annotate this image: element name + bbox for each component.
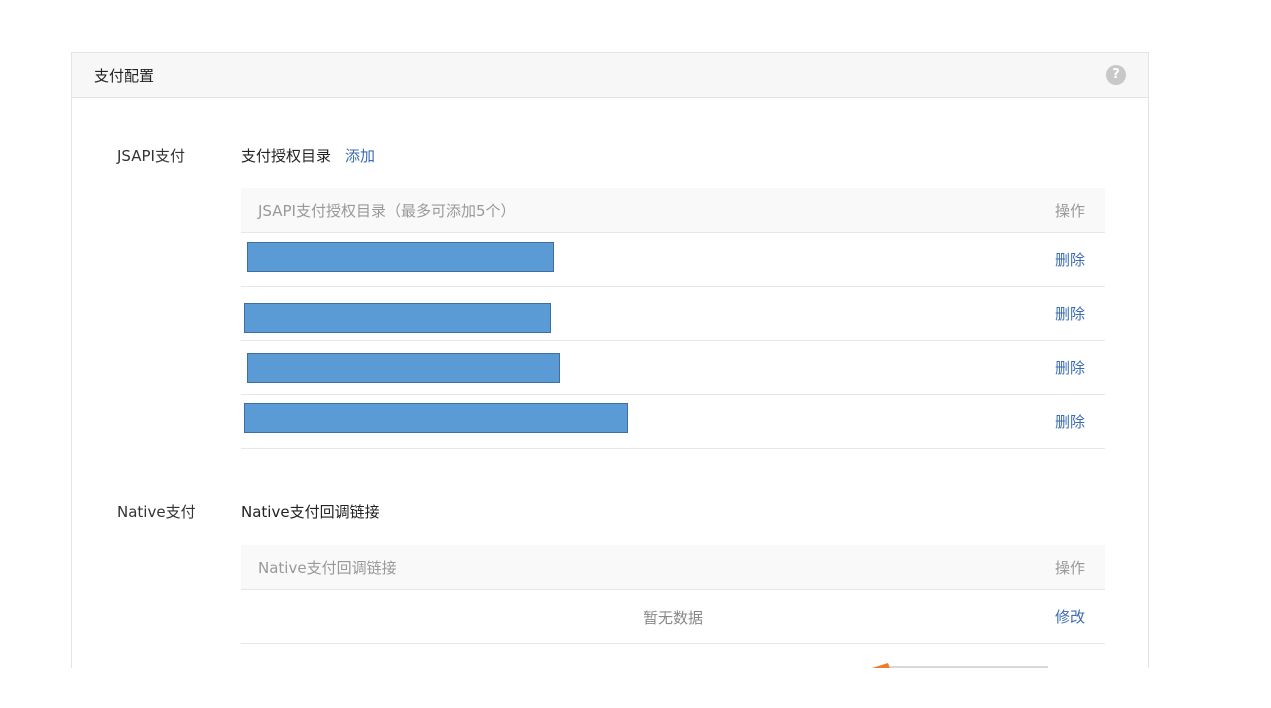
native-section-title: Native支付回调链接 — [241, 503, 380, 521]
add-directory-link[interactable]: 添加 — [345, 147, 375, 165]
table-row: 删除 — [241, 395, 1105, 449]
panel-header: 支付配置 ? — [72, 53, 1148, 98]
redacted-directory — [244, 303, 551, 333]
delete-link[interactable]: 删除 — [1055, 249, 1085, 270]
delete-link[interactable]: 删除 — [1055, 303, 1085, 324]
table-header: Native支付回调链接 操作 — [241, 545, 1105, 590]
payment-config-panel: 支付配置 ? JSAPI支付 支付授权目录 添加 JSAPI支付授权目录（最多可添… — [71, 52, 1149, 668]
jsapi-section-title: 支付授权目录 添加 — [241, 145, 375, 166]
table-row: 删除 — [241, 341, 1105, 395]
annotation-arrow — [872, 663, 1048, 668]
column-header-action: 操作 — [1054, 202, 1085, 220]
redacted-directory — [247, 353, 560, 383]
column-header-action: 操作 — [1054, 559, 1085, 577]
redacted-directory — [244, 403, 628, 433]
jsapi-section-label: JSAPI支付 — [117, 147, 185, 165]
delete-link[interactable]: 删除 — [1055, 411, 1085, 432]
native-callback-table: Native支付回调链接 操作 暂无数据 修改 — [241, 545, 1105, 644]
table-row: 删除 — [241, 233, 1105, 287]
panel-title: 支付配置 — [94, 67, 155, 85]
column-header-callback: Native支付回调链接 — [258, 559, 397, 577]
column-header-directory: JSAPI支付授权目录（最多可添加5个） — [258, 202, 516, 220]
edit-link[interactable]: 修改 — [1055, 606, 1085, 627]
question-icon[interactable]: ? — [1106, 65, 1126, 85]
table-row: 删除 — [241, 287, 1105, 341]
table-header: JSAPI支付授权目录（最多可添加5个） 操作 — [241, 188, 1105, 233]
jsapi-title-text: 支付授权目录 — [241, 147, 332, 165]
native-section-label: Native支付 — [117, 503, 196, 521]
jsapi-directory-table: JSAPI支付授权目录（最多可添加5个） 操作 删除 删除 删除 删除 — [241, 188, 1105, 449]
delete-link[interactable]: 删除 — [1055, 357, 1085, 378]
table-row: 暂无数据 修改 — [241, 590, 1105, 644]
empty-data-text: 暂无数据 — [642, 609, 703, 627]
redacted-directory — [247, 242, 554, 272]
